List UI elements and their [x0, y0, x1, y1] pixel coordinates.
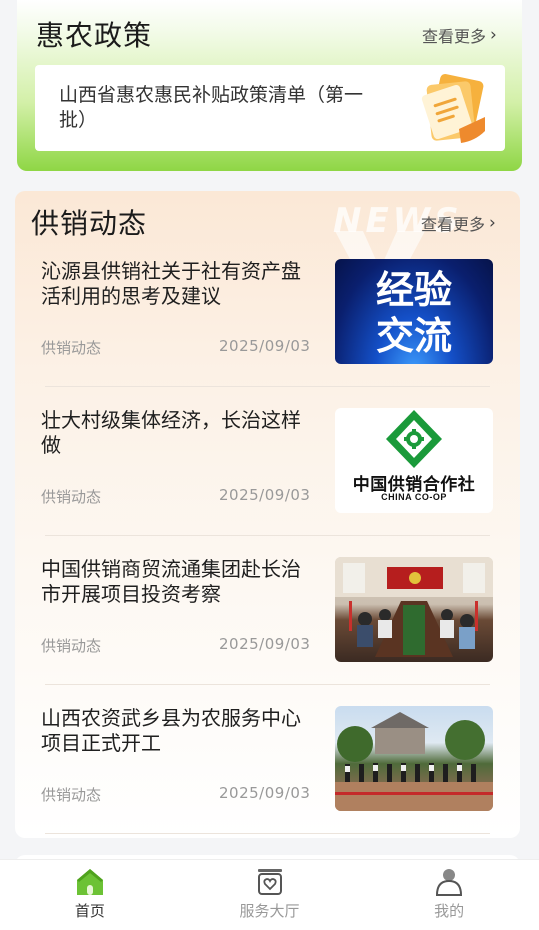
- news-more-link[interactable]: 查看更多 ›: [421, 211, 496, 235]
- news-thumbnail: [335, 557, 493, 662]
- bottom-tab-bar: 首页 服务大厅 我的: [0, 859, 539, 930]
- chevron-right-icon: ›: [489, 213, 496, 233]
- policy-item-text: 山西省惠农惠民补贴政策清单（第一批）: [59, 84, 364, 131]
- news-item[interactable]: 山西农资武乡县为农服务中心项目正式开工 供销动态 2025/09/03: [15, 706, 520, 838]
- profile-icon: [436, 869, 463, 896]
- divider: [45, 833, 490, 834]
- news-item-date: 2025/09/03: [219, 784, 311, 802]
- tab-home-label: 首页: [74, 902, 105, 920]
- tab-profile[interactable]: 我的: [359, 860, 539, 930]
- policy-card: 惠农政策 查看更多 › 山西省惠农惠民补贴政策清单（第一批）: [17, 0, 522, 171]
- news-item-title: 中国供销商贸流通集团赴长治市开展项目投资考察: [41, 557, 301, 606]
- document-stack-icon: [421, 73, 485, 143]
- meeting-photo: [335, 557, 493, 657]
- news-item-date: 2025/09/03: [219, 337, 311, 355]
- news-item-category: 供销动态: [41, 786, 102, 804]
- thumb-text-2: 交流: [375, 313, 452, 358]
- news-item-category: 供销动态: [41, 637, 102, 655]
- tab-service-hall-label: 服务大厅: [239, 902, 300, 920]
- coop-name-en: CHINA CO-OP: [381, 492, 447, 502]
- news-thumbnail: [335, 706, 493, 811]
- news-panel: NEWS 供销动态 查看更多 › 沁源县供销社关于社有资产盘活利用的思考及建议 …: [15, 191, 520, 838]
- news-item-category: 供销动态: [41, 488, 102, 506]
- news-item-title: 壮大村级集体经济，长治这样做: [41, 408, 301, 457]
- tab-home[interactable]: 首页: [0, 860, 180, 930]
- news-item-title: 山西农资武乡县为农服务中心项目正式开工: [41, 706, 301, 755]
- policy-item[interactable]: 山西省惠农惠民补贴政策清单（第一批）: [35, 65, 505, 151]
- divider: [45, 386, 490, 387]
- news-thumbnail: 中国供销合作社 CHINA CO-OP: [335, 408, 493, 513]
- news-thumbnail: 经验 交流: [335, 259, 493, 364]
- tab-service-hall[interactable]: 服务大厅: [180, 860, 360, 930]
- coop-logo-icon: [386, 410, 442, 468]
- news-item-title: 沁源县供销社关于社有资产盘活利用的思考及建议: [41, 259, 301, 308]
- news-item-category: 供销动态: [41, 339, 102, 357]
- news-item-date: 2025/09/03: [219, 635, 311, 653]
- policy-more-link[interactable]: 查看更多 ›: [422, 23, 497, 47]
- home-icon: [76, 869, 103, 895]
- divider: [45, 684, 490, 685]
- chevron-right-icon: ›: [490, 25, 497, 45]
- news-section-title: 供销动态: [31, 207, 148, 240]
- news-item-date: 2025/09/03: [219, 486, 311, 504]
- divider: [45, 535, 490, 536]
- policy-more-label: 查看更多: [422, 27, 487, 46]
- policy-section-title: 惠农政策: [36, 19, 153, 52]
- groundbreaking-photo: [335, 712, 493, 811]
- service-hall-icon: [257, 869, 282, 895]
- news-more-label: 查看更多: [421, 215, 486, 234]
- tab-profile-label: 我的: [434, 902, 465, 920]
- thumb-text-1: 经验: [375, 267, 452, 312]
